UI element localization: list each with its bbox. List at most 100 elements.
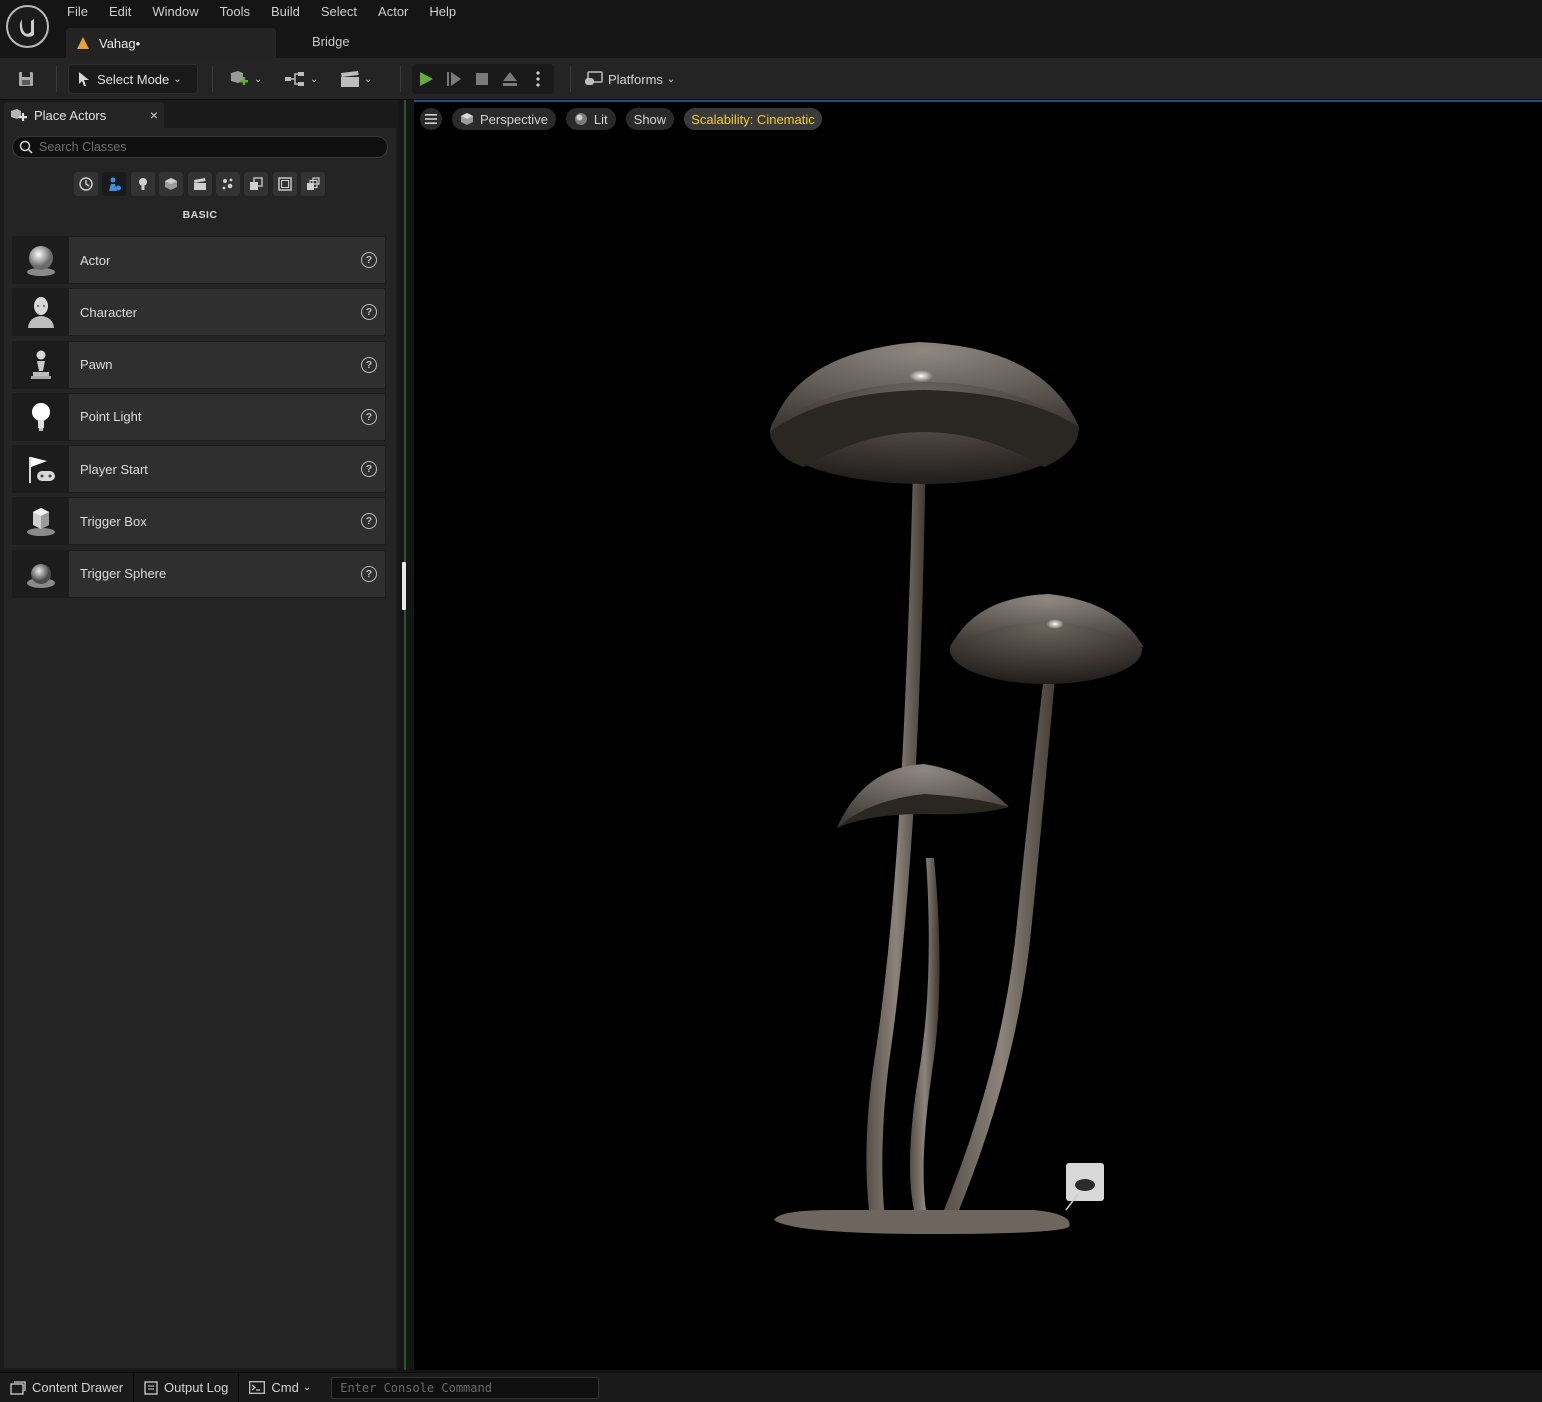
show-button[interactable]: Show	[625, 108, 675, 130]
basic-icon[interactable]	[102, 172, 127, 196]
chevron-down-icon: ⌄	[254, 73, 263, 85]
geometry-icon[interactable]	[272, 172, 297, 196]
actor-item-actor[interactable]: Actor ?	[12, 236, 386, 284]
character-icon	[13, 289, 69, 336]
all-classes-icon[interactable]	[301, 172, 326, 196]
advance-frame-button[interactable]	[440, 64, 468, 94]
trigger-box-icon	[13, 498, 69, 545]
shapes-icon[interactable]	[159, 172, 184, 196]
menu-build[interactable]: Build	[261, 0, 311, 24]
play-button[interactable]	[412, 64, 440, 94]
eject-icon	[503, 72, 517, 86]
select-mode-dropdown[interactable]: Select Mode ⌄	[68, 64, 198, 94]
main-menu: File Edit Window Tools Build Select Acto…	[57, 0, 467, 24]
viewport-options-button[interactable]	[420, 108, 442, 130]
blueprint-icon	[285, 72, 304, 86]
toolbar-separator	[570, 66, 571, 92]
help-icon[interactable]: ?	[361, 356, 377, 373]
actor-item-label: Actor	[80, 252, 111, 268]
level-tab-label: Vahag•	[99, 35, 141, 51]
help-icon[interactable]: ?	[361, 513, 377, 530]
play-icon	[420, 72, 433, 86]
output-log-icon	[144, 1380, 158, 1395]
lights-icon[interactable]	[130, 172, 155, 196]
actor-billboard-icon[interactable]	[1065, 1163, 1104, 1211]
stop-button[interactable]	[468, 64, 496, 94]
cmd-dropdown[interactable]: Cmd ⌄	[239, 1373, 321, 1402]
help-icon[interactable]: ?	[361, 252, 377, 268]
help-icon[interactable]: ?	[361, 304, 377, 321]
visual-effects-icon[interactable]	[215, 172, 240, 196]
search-classes-input[interactable]	[39, 140, 387, 154]
perspective-label: Perspective	[480, 111, 548, 127]
show-label: Show	[633, 111, 667, 127]
panel-splitter[interactable]	[398, 100, 414, 1370]
menu-help[interactable]: Help	[419, 0, 467, 24]
menu-edit[interactable]: Edit	[99, 0, 142, 24]
save-button[interactable]	[12, 64, 40, 94]
search-classes-box[interactable]	[12, 136, 388, 158]
recent-icon[interactable]	[74, 172, 98, 196]
help-icon[interactable]: ?	[361, 461, 377, 478]
blueprints-button[interactable]: ⌄	[284, 64, 324, 94]
help-icon[interactable]: ?	[361, 565, 377, 582]
scalability-button[interactable]: Scalability: Cinematic	[684, 108, 822, 130]
place-actors-panel: Place Actors × Search Classes BASIC Acto…	[0, 100, 398, 1370]
actor-item-character[interactable]: Character ?	[12, 288, 386, 337]
output-log-label: Output Log	[164, 1380, 229, 1395]
actor-item-point-light[interactable]: Point Light ?	[12, 392, 386, 441]
viewport-scene[interactable]	[414, 102, 1542, 1370]
status-bar: Content Drawer Output Log Cmd ⌄	[0, 1372, 1542, 1402]
play-controls	[412, 64, 554, 94]
content-drawer-button[interactable]: Content Drawer	[0, 1372, 135, 1402]
output-log-button[interactable]: Output Log	[134, 1372, 240, 1402]
actor-item-trigger-sphere[interactable]: Trigger Sphere ?	[12, 549, 386, 598]
menu-tools[interactable]: Tools	[210, 0, 261, 24]
cinematic-icon[interactable]	[187, 172, 212, 196]
actor-item-trigger-box[interactable]: Trigger Box ?	[12, 497, 386, 546]
bridge-tab[interactable]: Bridge	[312, 34, 350, 49]
more-options-icon	[536, 71, 540, 87]
eject-button[interactable]	[496, 64, 524, 94]
level-viewport[interactable]: Perspective Lit Show Scalability: Cinema…	[414, 100, 1542, 1370]
platforms-label: Platforms	[608, 71, 663, 87]
menu-actor[interactable]: Actor	[368, 0, 419, 24]
console-command-input[interactable]	[340, 1380, 599, 1395]
select-mode-label: Select Mode	[97, 71, 170, 87]
actor-item-player-start[interactable]: Player Start ?	[12, 445, 386, 494]
play-options-button[interactable]	[524, 64, 552, 94]
sphere-icon	[13, 237, 69, 283]
actor-item-pawn[interactable]: Pawn ?	[12, 340, 386, 389]
terminal-icon	[249, 1381, 266, 1394]
platforms-dropdown[interactable]: Platforms ⌄	[584, 64, 684, 94]
view-mode-button[interactable]: Lit	[565, 108, 616, 130]
level-document-tab[interactable]: Vahag•	[66, 28, 276, 58]
perspective-cube-icon	[461, 113, 473, 125]
menu-file[interactable]: File	[57, 0, 99, 24]
menu-bar: File Edit Window Tools Build Select Acto…	[0, 0, 1542, 58]
player-start-icon	[13, 446, 69, 493]
cinematics-button[interactable]: ⌄	[340, 64, 380, 94]
lit-label: Lit	[593, 111, 608, 127]
category-tabs	[74, 172, 330, 196]
actor-item-label: Pawn	[80, 357, 113, 373]
menu-select[interactable]: Select	[311, 0, 368, 24]
unreal-logo-icon[interactable]	[6, 5, 49, 48]
actor-item-label: Character	[80, 304, 138, 320]
volumes-icon[interactable]	[244, 172, 269, 196]
quick-add-button[interactable]: ⌄	[228, 64, 268, 94]
scalability-label: Scalability: Cinematic	[691, 111, 815, 127]
splitter-handle[interactable]	[402, 562, 406, 610]
menu-window[interactable]: Window	[142, 0, 209, 24]
save-icon	[19, 72, 33, 86]
place-actors-tab[interactable]: Place Actors ×	[4, 102, 164, 128]
toolbar-separator	[56, 66, 57, 92]
mushroom-model[interactable]	[770, 342, 1144, 1234]
close-icon[interactable]: ×	[144, 107, 164, 123]
console-command-box[interactable]	[331, 1376, 600, 1399]
help-icon[interactable]: ?	[361, 408, 377, 425]
level-warning-icon	[77, 37, 89, 49]
perspective-button[interactable]: Perspective	[452, 108, 556, 130]
light-bulb-icon	[13, 393, 69, 440]
content-drawer-label: Content Drawer	[32, 1380, 124, 1395]
